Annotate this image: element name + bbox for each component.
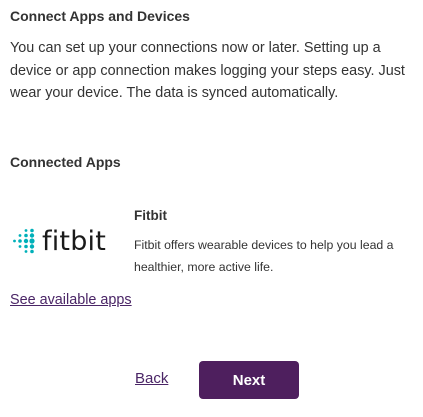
fitbit-wordmark: fitbit [42, 225, 107, 257]
see-available-apps-link[interactable]: See available apps [10, 292, 132, 308]
app-description: Fitbit offers wearable devices to help y… [134, 238, 394, 274]
back-link[interactable]: Back [135, 370, 168, 387]
connect-apps-intro: You can set up your connections now or l… [10, 40, 405, 101]
app-name: Fitbit [134, 208, 167, 223]
fitbit-logo: fitbit [10, 225, 120, 257]
connected-app-card-fitbit: fitbit Fitbit Fitbit offers wearable dev… [10, 205, 415, 280]
fitbit-dots-icon [13, 228, 35, 254]
next-button[interactable]: Next [199, 361, 299, 399]
connect-apps-title: Connect Apps and Devices [10, 8, 190, 24]
connected-apps-heading: Connected Apps [10, 154, 121, 170]
